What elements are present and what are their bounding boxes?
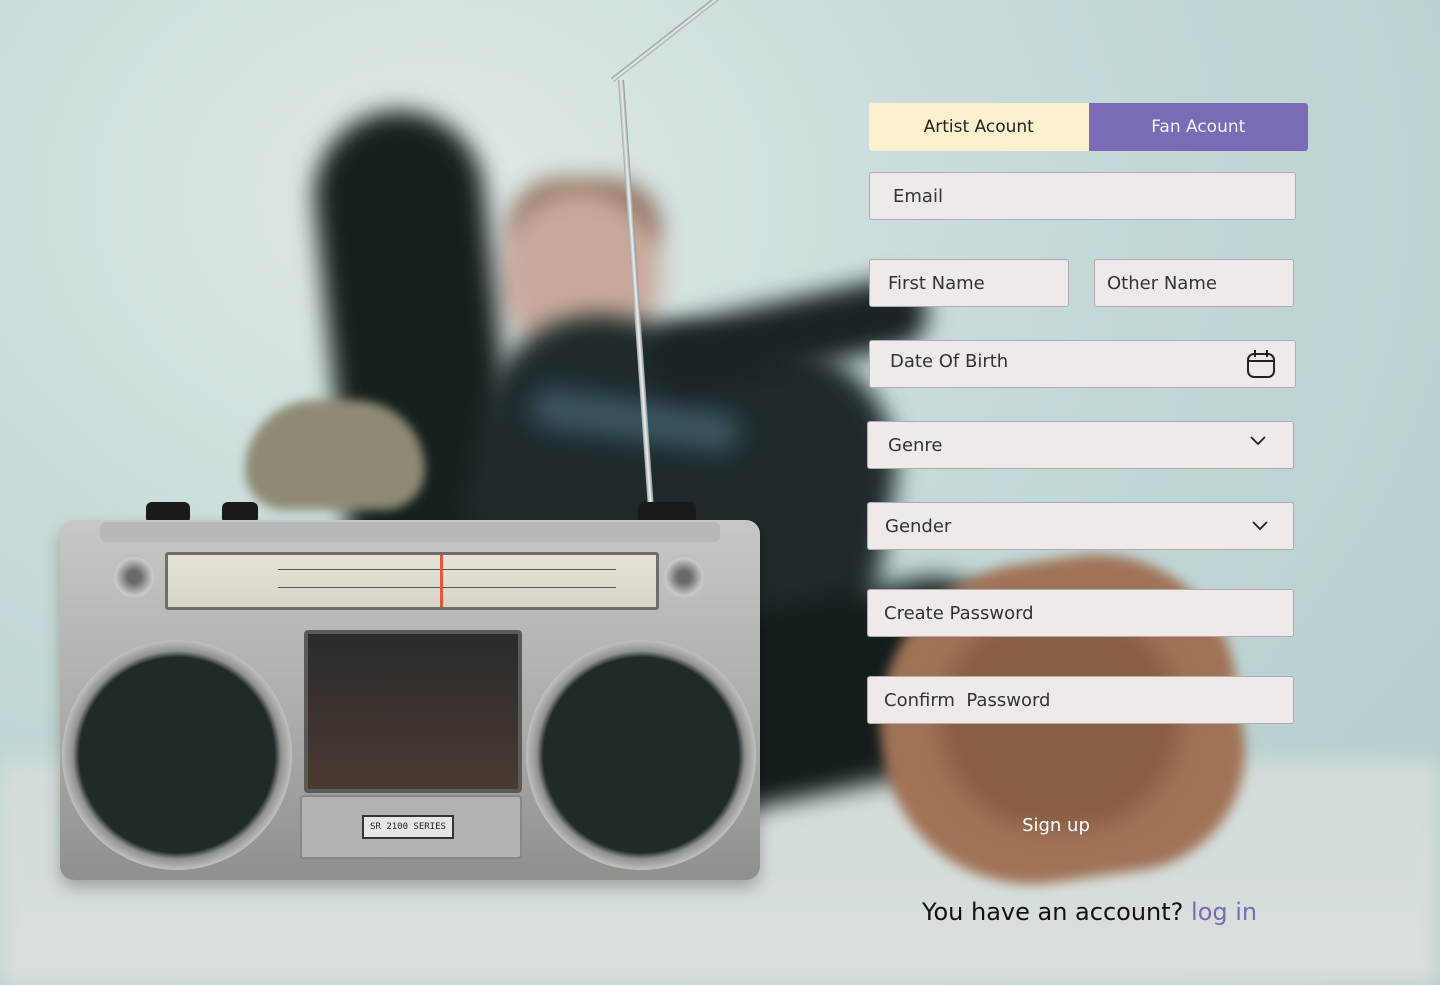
speaker-left (62, 640, 292, 870)
tuner-scale-fm (278, 569, 616, 570)
tuner-needle (440, 555, 443, 607)
genre-select[interactable]: Genre (867, 421, 1294, 469)
gender-select[interactable]: Gender (867, 502, 1294, 550)
login-prompt-text: You have an account? (922, 898, 1192, 926)
date-of-birth-field[interactable]: Date Of Birth (869, 340, 1296, 388)
gender-placeholder: Gender (885, 515, 952, 537)
tweeter-right (662, 555, 706, 599)
genre-placeholder: Genre (888, 434, 943, 456)
tab-artist-account[interactable]: Artist Acount (869, 103, 1089, 151)
tab-fan-account[interactable]: Fan Acount (1088, 103, 1308, 151)
boombox-badge: SR 2100 SERIES (362, 815, 454, 839)
login-prompt: You have an account? log in (922, 898, 1257, 926)
radio-tuner-dial (165, 552, 659, 610)
login-link[interactable]: log in (1191, 898, 1257, 926)
confirm-password-placeholder: Confirm Password (884, 689, 1051, 711)
tuner-scale-am (278, 587, 616, 588)
first-name-placeholder: First Name (888, 272, 985, 294)
email-placeholder: Email (893, 185, 943, 207)
other-name-placeholder: Other Name (1107, 272, 1217, 294)
dob-placeholder: Date Of Birth (890, 350, 1009, 372)
boombox-top-rail (100, 522, 720, 542)
chevron-down-icon (1251, 520, 1269, 532)
sign-up-button[interactable]: Sign up (990, 806, 1122, 844)
calendar-icon[interactable] (1245, 348, 1277, 380)
antenna-tip (610, 0, 760, 82)
shoe-left (245, 400, 425, 510)
tweeter-left (112, 555, 156, 599)
first-name-field[interactable]: First Name (869, 259, 1069, 307)
email-field[interactable]: Email (869, 172, 1296, 220)
chevron-down-icon (1249, 435, 1267, 447)
account-type-tabs: Artist Acount Fan Acount (869, 103, 1308, 151)
other-name-field[interactable]: Other Name (1094, 259, 1294, 307)
speaker-right (526, 640, 756, 870)
cassette-deck (304, 630, 522, 793)
confirm-password-field[interactable]: Confirm Password (867, 676, 1294, 724)
create-password-placeholder: Create Password (884, 602, 1034, 624)
create-password-field[interactable]: Create Password (867, 589, 1294, 637)
